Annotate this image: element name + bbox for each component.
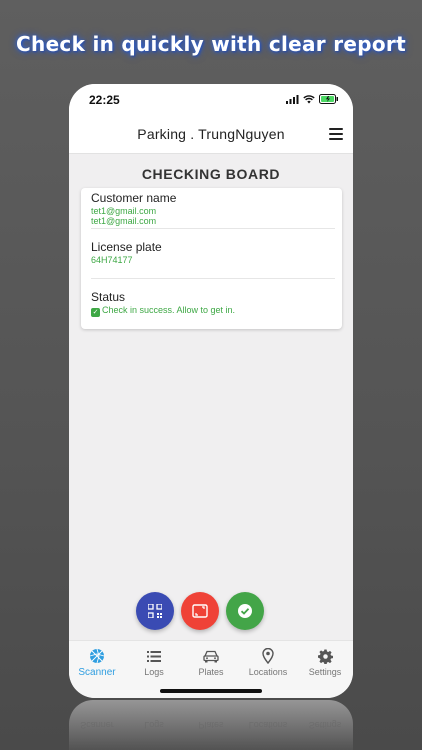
license-plate-label: License plate xyxy=(91,240,162,254)
customer-email-secondary: tet1@gmail.com xyxy=(91,216,157,226)
checkmark-icon: ✓ xyxy=(91,308,100,317)
status-time: 22:25 xyxy=(89,93,120,107)
wifi-icon xyxy=(303,94,315,103)
divider xyxy=(91,228,335,229)
customer-email: tet1@gmail.com xyxy=(91,206,157,216)
status-label: Status xyxy=(91,290,126,304)
status-icons xyxy=(286,94,339,104)
list-icon xyxy=(147,650,161,662)
tab-logs[interactable]: Logs xyxy=(126,647,182,677)
tab-plates[interactable]: Plates xyxy=(183,647,239,677)
checking-card: Customer name tet1@gmail.com tet1@gmail.… xyxy=(81,188,342,329)
plate-scan-icon xyxy=(192,604,208,618)
status-text: Check in success. Allow to get in. xyxy=(102,305,236,315)
qr-code-icon xyxy=(148,604,162,618)
status-message: ✓ Check in success. Allow to get in. xyxy=(91,305,335,317)
reflection-tab-settings: Settings xyxy=(297,720,353,730)
menu-icon[interactable] xyxy=(329,128,343,140)
tab-bar: Scanner Logs Plates Locations Settings xyxy=(69,640,353,698)
reflection-settings-label: Settings xyxy=(308,720,342,730)
divider xyxy=(91,278,335,279)
reflection-tab-logs: Logs xyxy=(126,720,182,730)
home-indicator xyxy=(160,689,262,693)
reflection-tab-scanner: Scanner xyxy=(69,720,125,730)
location-pin-icon xyxy=(262,648,274,664)
reflection-locations-label: Locations xyxy=(248,720,288,730)
tab-locations-label: Locations xyxy=(248,667,288,677)
battery-icon xyxy=(319,94,338,104)
car-icon xyxy=(203,650,219,662)
customer-name-label: Customer name xyxy=(91,191,177,205)
customer-name-row: Customer name tet1@gmail.com tet1@gmail.… xyxy=(91,191,335,226)
status-bar: 22:25 xyxy=(69,84,353,116)
app-title: Parking . TrungNguyen xyxy=(137,126,285,142)
headline: Check in quickly with clear report xyxy=(16,32,406,56)
qr-scan-button[interactable] xyxy=(136,592,174,630)
signal-icon xyxy=(286,94,299,104)
board-title: CHECKING BOARD xyxy=(141,166,281,182)
reflection-plates-label: Plates xyxy=(198,720,224,730)
app-bar: Parking . TrungNguyen xyxy=(69,116,353,154)
gear-icon xyxy=(317,648,333,664)
tab-settings-label: Settings xyxy=(308,667,342,677)
tab-logs-label: Logs xyxy=(144,667,164,677)
status-row: Status ✓ Check in success. Allow to get i… xyxy=(91,290,335,317)
reflection-logs-label: Logs xyxy=(144,720,164,730)
tab-scanner[interactable]: Scanner xyxy=(69,647,125,678)
tab-settings[interactable]: Settings xyxy=(297,647,353,677)
license-plate-row: License plate 64H74177 xyxy=(91,240,335,265)
plate-scan-button[interactable] xyxy=(181,592,219,630)
tab-plates-label: Plates xyxy=(198,667,224,677)
reflection-tab-plates: Plates xyxy=(183,720,239,730)
reflection-tab-locations: Locations xyxy=(240,720,296,730)
phone-screen: 22:25 Parking . TrungNguyen CHECKING BOA… xyxy=(69,84,353,698)
tab-locations[interactable]: Locations xyxy=(240,647,296,677)
phone-reflection: Scanner Logs Plates Locations Settings xyxy=(69,700,353,750)
confirm-button[interactable] xyxy=(226,592,264,630)
tab-scanner-label: Scanner xyxy=(78,667,116,678)
reflection-scanner-label: Scanner xyxy=(80,720,114,730)
license-plate-value: 64H74177 xyxy=(91,255,133,265)
check-icon xyxy=(238,604,252,618)
aperture-icon xyxy=(89,648,105,664)
